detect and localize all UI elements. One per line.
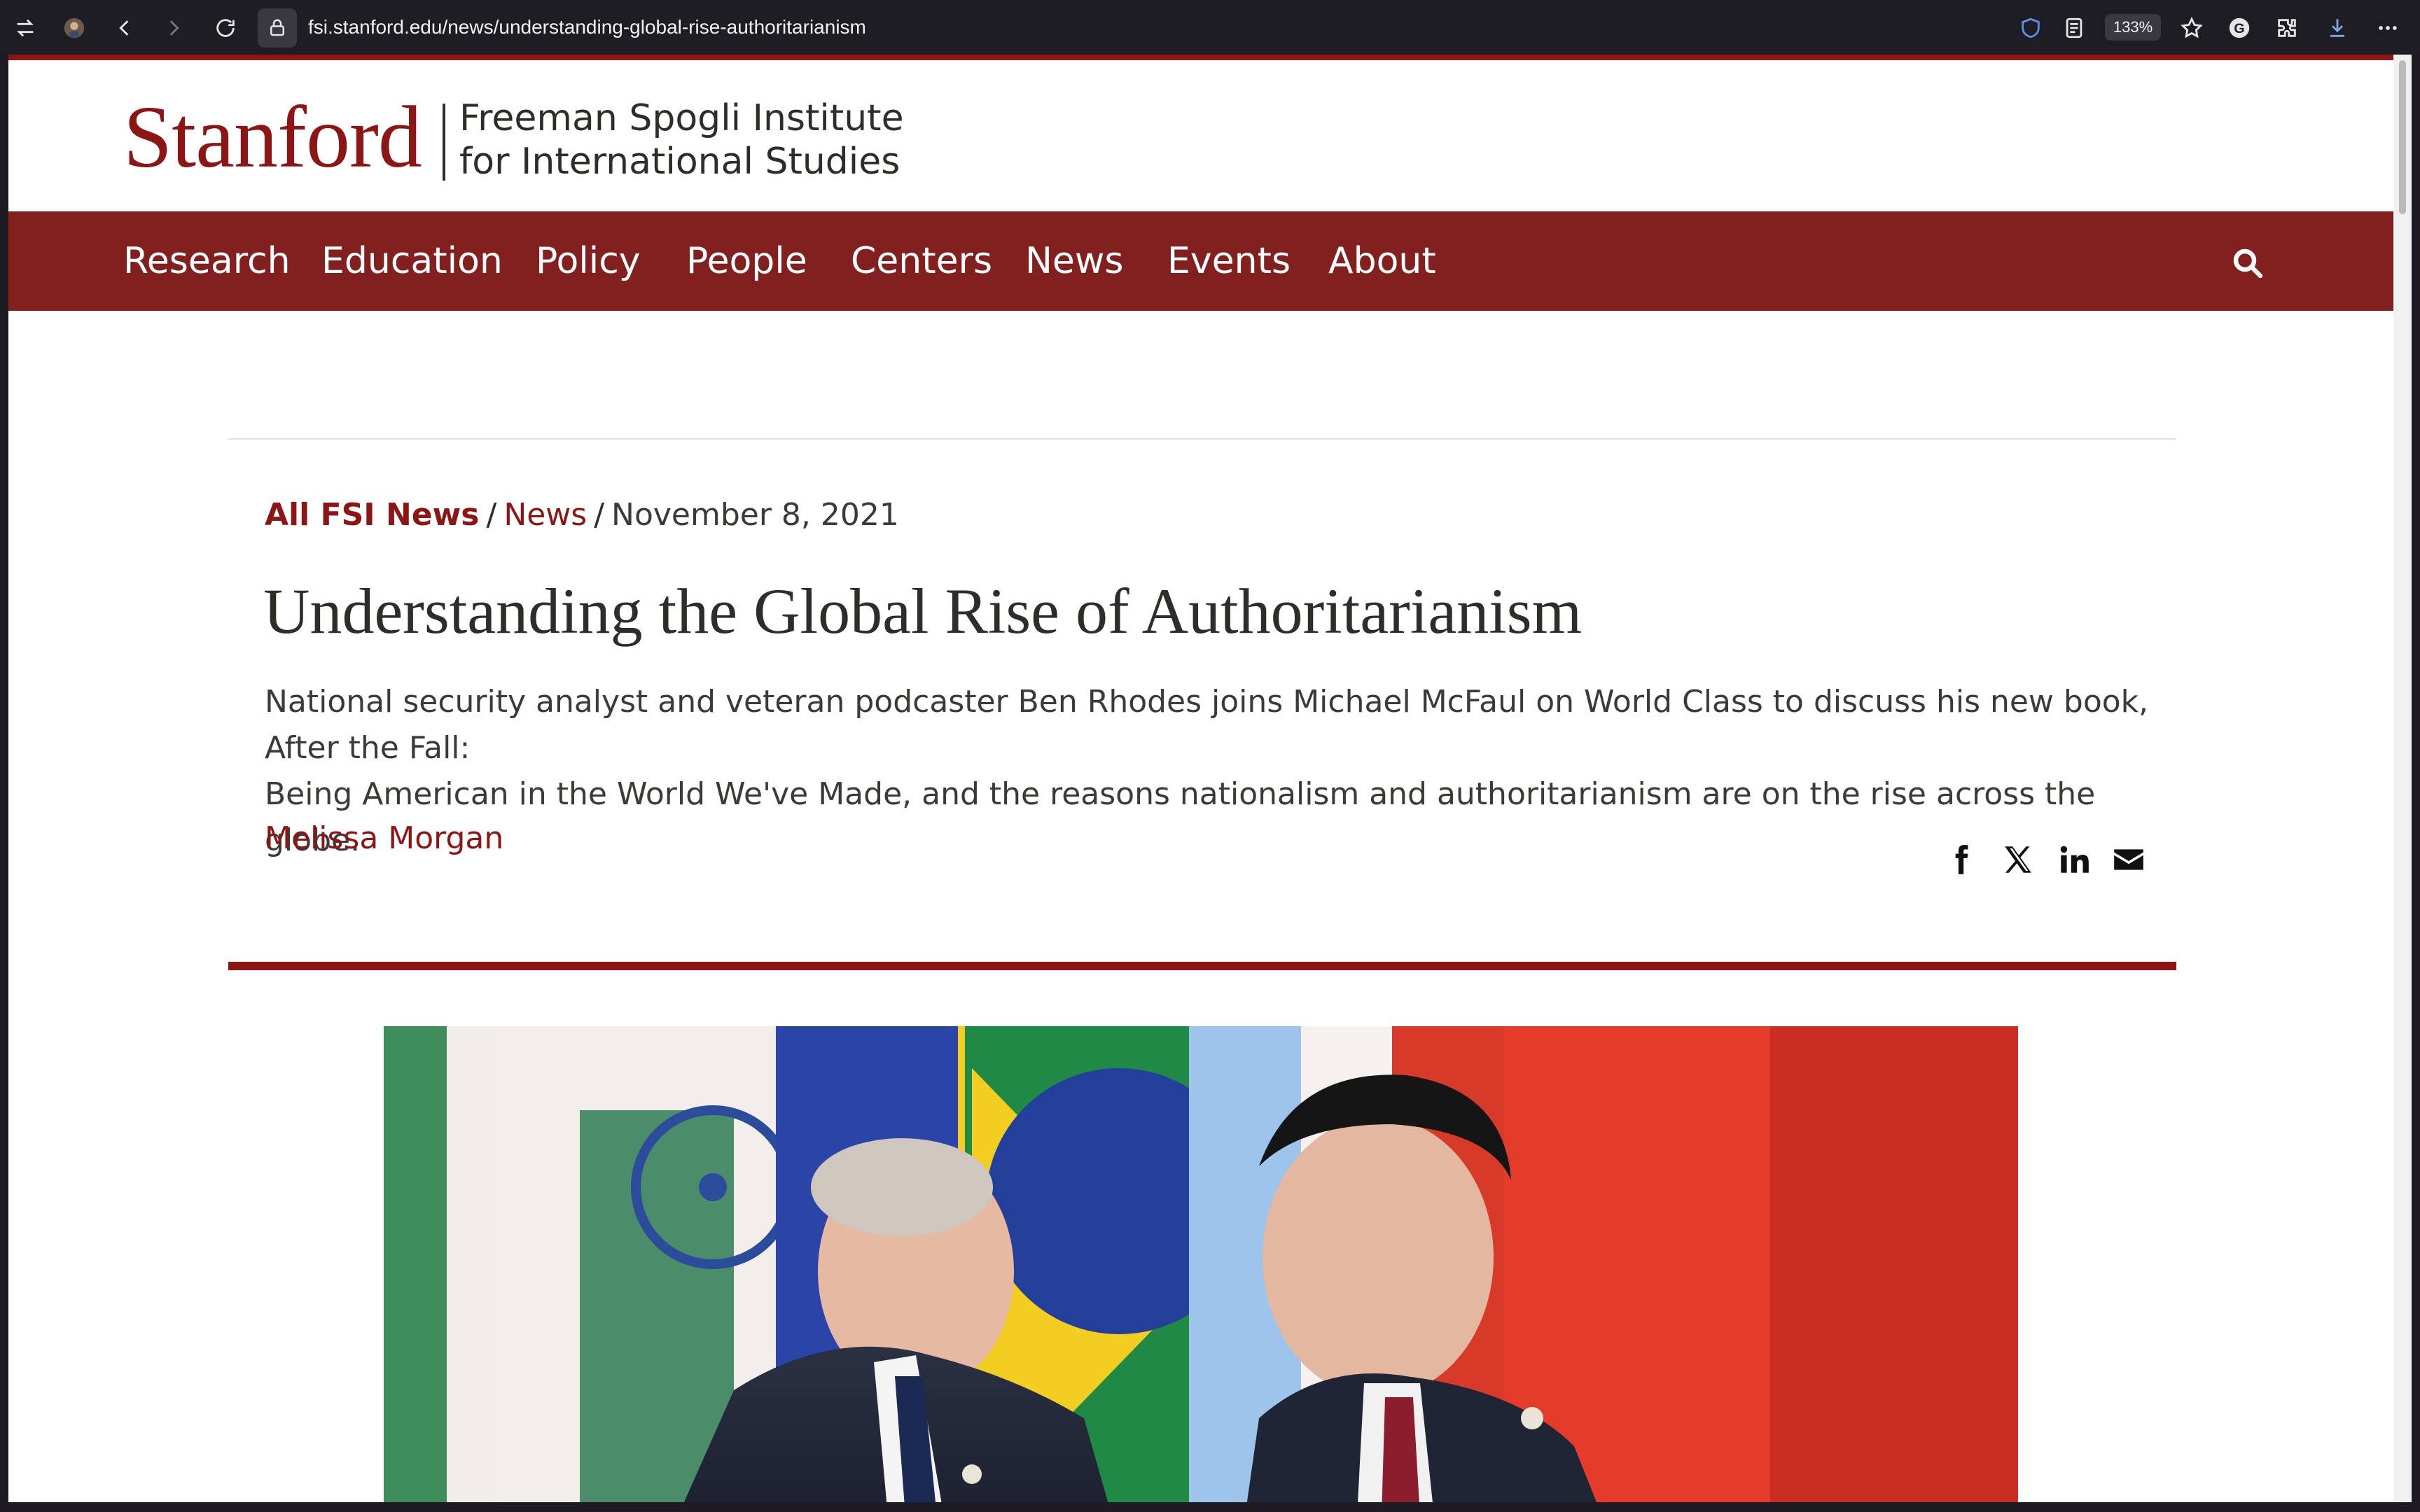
hero-photo [384, 1026, 2018, 1502]
breadcrumb: All FSI News / News / November 8, 2021 [265, 494, 899, 536]
more-menu-icon[interactable] [2370, 10, 2406, 46]
extension-g-icon[interactable]: G [2221, 10, 2258, 46]
logo-divider [443, 104, 445, 181]
back-icon[interactable] [106, 10, 143, 46]
top-accent-bar [8, 55, 2393, 60]
article-date: November 8, 2021 [611, 497, 899, 533]
tab-switch-icon[interactable] [7, 10, 43, 46]
nav-item-events[interactable]: Events [1167, 237, 1291, 286]
email-icon[interactable] [2109, 840, 2148, 879]
linkedin-icon[interactable] [2054, 840, 2094, 879]
breadcrumb-separator: / [594, 497, 605, 533]
scrollbar-thumb[interactable] [2399, 60, 2406, 214]
article-header-rule [228, 962, 2176, 970]
page-viewport: Stanford Freeman Spogli Institute for In… [8, 55, 2393, 1502]
address-bar[interactable]: fsi.stanford.edu/news/understanding-glob… [308, 14, 866, 41]
download-icon[interactable] [2319, 10, 2356, 46]
facebook-icon[interactable] [1941, 840, 1980, 879]
reader-view-icon[interactable] [2056, 10, 2092, 46]
nav-item-people[interactable]: People [686, 237, 807, 286]
institute-name-line1: Freeman Spogli Institute [459, 97, 904, 139]
article-dek: National security analyst and veteran po… [265, 679, 2176, 864]
dek-line: National security analyst and veteran po… [265, 684, 2149, 766]
profile-avatar[interactable] [56, 10, 92, 46]
stanford-wordmark[interactable]: Stanford [123, 89, 422, 187]
page-scrollbar[interactable] [2393, 55, 2412, 1502]
institute-name[interactable]: Freeman Spogli Institute for Internation… [459, 97, 904, 183]
breadcrumb-all-news[interactable]: All FSI News [265, 497, 479, 533]
extensions-puzzle-icon[interactable] [2269, 10, 2305, 46]
shield-icon[interactable] [2012, 10, 2049, 46]
breadcrumb-separator: / [486, 497, 497, 533]
browser-toolbar: fsi.stanford.edu/news/understanding-glob… [0, 0, 2420, 55]
article-title: Understanding the Global Rise of Authori… [263, 575, 1583, 647]
dek-line: Being American in the World We've Made, … [265, 776, 2096, 858]
breadcrumb-news[interactable]: News [503, 497, 587, 533]
nav-item-education[interactable]: Education [321, 237, 503, 286]
x-icon[interactable] [1998, 840, 2038, 879]
nav-item-about[interactable]: About [1328, 237, 1436, 286]
reload-icon[interactable] [207, 10, 244, 46]
zoom-level[interactable]: 133% [2105, 14, 2161, 41]
institute-name-line2: for International Studies [459, 141, 900, 183]
nav-item-policy[interactable]: Policy [536, 237, 641, 286]
site-header: Stanford Freeman Spogli Institute for In… [8, 60, 2393, 211]
main-nav: Research Education Policy People Centers… [8, 211, 2393, 311]
lock-icon[interactable] [258, 8, 297, 48]
nav-item-centers[interactable]: Centers [851, 237, 992, 286]
forward-icon[interactable] [155, 10, 192, 46]
search-icon[interactable] [2231, 246, 2265, 280]
nav-item-research[interactable]: Research [123, 237, 291, 286]
svg-text:G: G [2234, 21, 2244, 36]
bookmark-star-icon[interactable] [2174, 10, 2210, 46]
content-divider [228, 438, 2176, 440]
author-link[interactable]: Melissa Morgan [265, 818, 503, 860]
nav-item-news[interactable]: News [1025, 237, 1124, 286]
